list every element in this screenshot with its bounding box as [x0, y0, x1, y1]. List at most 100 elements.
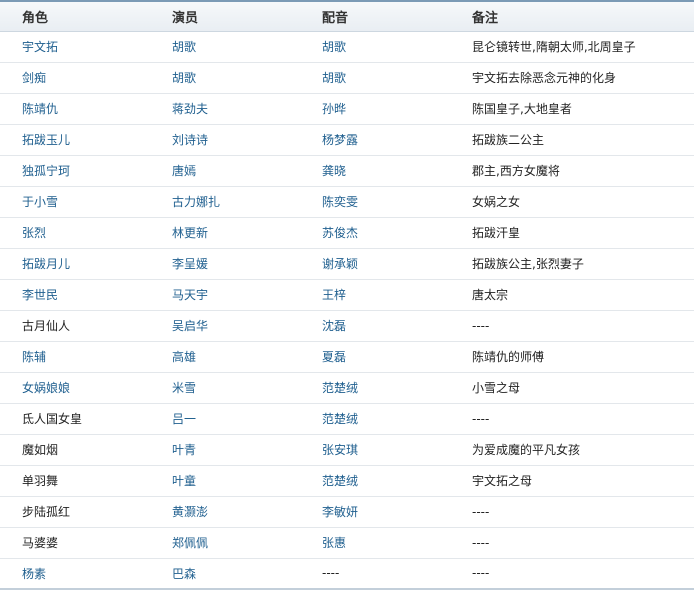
cell-link[interactable]: 郑佩佩: [172, 536, 208, 550]
cell-link[interactable]: 胡歌: [322, 40, 346, 54]
cell-link[interactable]: 剑痴: [22, 71, 46, 85]
cell-link[interactable]: 范楚绒: [322, 412, 358, 426]
cell-link[interactable]: 胡歌: [172, 40, 196, 54]
notes-cell: 为爱成魔的平凡女孩: [450, 434, 694, 466]
cell-link[interactable]: 王梓: [322, 288, 346, 302]
cell-link[interactable]: 吴启华: [172, 319, 208, 333]
cell-link[interactable]: 拓跋玉儿: [22, 133, 70, 147]
table-row: 于小雪 古力娜扎 陈奕雯 女娲之女: [0, 186, 694, 218]
role-cell: 拓跋玉儿: [0, 124, 150, 156]
header-voice: 配音: [300, 1, 450, 32]
cell-link[interactable]: 李呈媛: [172, 257, 208, 271]
cell-link[interactable]: 马天宇: [172, 288, 208, 302]
role-cell: 氐人国女皇: [0, 403, 150, 435]
cell-link[interactable]: 张惠: [322, 536, 346, 550]
cell-link[interactable]: 苏俊杰: [322, 226, 358, 240]
cell-text: 陈国皇子,大地皇者: [472, 102, 572, 116]
cell-link[interactable]: 吕一: [172, 412, 196, 426]
table-row: 拓跋玉儿 刘诗诗 杨梦露 拓跋族二公主: [0, 124, 694, 156]
role-cell: 张烈: [0, 217, 150, 249]
cell-link[interactable]: 巴森: [172, 567, 196, 581]
role-cell: 陈辅: [0, 341, 150, 373]
voice-cell: 胡歌: [300, 62, 450, 94]
cell-text: 马婆婆: [22, 536, 59, 550]
notes-cell: 拓跋族二公主: [450, 124, 694, 156]
cell-link[interactable]: 龚晓: [322, 164, 346, 178]
cell-link[interactable]: 高雄: [172, 350, 196, 364]
notes-cell: ----: [450, 527, 694, 559]
cell-text: ----: [472, 504, 490, 519]
actor-cell: 蒋劲夫: [150, 93, 300, 125]
cell-link[interactable]: 陈靖仇: [22, 102, 58, 116]
cell-link[interactable]: 叶青: [172, 443, 196, 457]
cell-link[interactable]: 李敏妍: [322, 505, 358, 519]
cell-text: 陈靖仇的师傅: [472, 350, 545, 364]
cell-link[interactable]: 沈磊: [322, 319, 346, 333]
cell-link[interactable]: 陈辅: [22, 350, 46, 364]
cell-text: ----: [322, 566, 340, 581]
cell-link[interactable]: 张安琪: [322, 443, 358, 457]
cell-link[interactable]: 李世民: [22, 288, 58, 302]
cast-table: 角色 演员 配音 备注 宇文拓 胡歌 胡歌 昆仑镜转世,隋朝太师,北周皇子 剑痴 胡歌 胡歌…: [0, 0, 694, 590]
cell-text: ----: [472, 566, 490, 581]
cell-link[interactable]: 范楚绒: [322, 474, 358, 488]
cell-link[interactable]: 于小雪: [22, 195, 58, 209]
table-row: 杨素 巴森 ---- ----: [0, 558, 694, 589]
cast-table-body: 宇文拓 胡歌 胡歌 昆仑镜转世,隋朝太师,北周皇子 剑痴 胡歌 胡歌 宇文拓去除恶念元神的化身…: [0, 31, 694, 589]
cell-link[interactable]: 陈奕雯: [322, 195, 358, 209]
cell-text: 单羽舞: [22, 474, 59, 488]
voice-cell: 沈磊: [300, 310, 450, 342]
cell-text: 魔如烟: [22, 443, 59, 457]
cell-text: 小雪之母: [472, 381, 521, 395]
cell-link[interactable]: 张烈: [22, 226, 46, 240]
role-cell: 古月仙人: [0, 310, 150, 342]
notes-cell: 女娲之女: [450, 186, 694, 218]
cell-link[interactable]: 唐嫣: [172, 164, 196, 178]
cell-link[interactable]: 宇文拓: [22, 40, 58, 54]
voice-cell: 王梓: [300, 279, 450, 311]
cell-link[interactable]: 米雪: [172, 381, 196, 395]
role-cell: 马婆婆: [0, 527, 150, 559]
table-row: 拓跋月儿 李呈媛 谢承颖 拓跋族公主,张烈妻子: [0, 248, 694, 280]
actor-cell: 胡歌: [150, 62, 300, 94]
notes-cell: 陈国皇子,大地皇者: [450, 93, 694, 125]
cell-link[interactable]: 孙晔: [322, 102, 346, 116]
voice-cell: 范楚绒: [300, 465, 450, 497]
cell-link[interactable]: 古力娜扎: [172, 195, 220, 209]
cell-text: 拓跋汗皇: [472, 226, 521, 240]
table-row: 剑痴 胡歌 胡歌 宇文拓去除恶念元神的化身: [0, 62, 694, 94]
notes-cell: 郡主,西方女魔将: [450, 155, 694, 187]
cell-link[interactable]: 范楚绒: [322, 381, 358, 395]
actor-cell: 巴森: [150, 558, 300, 589]
cell-link[interactable]: 刘诗诗: [172, 133, 208, 147]
cell-link[interactable]: 胡歌: [322, 71, 346, 85]
table-row: 魔如烟 叶青 张安琪 为爱成魔的平凡女孩: [0, 434, 694, 466]
cell-link[interactable]: 林更新: [172, 226, 208, 240]
role-cell: 剑痴: [0, 62, 150, 94]
role-cell: 魔如烟: [0, 434, 150, 466]
cell-link[interactable]: 谢承颖: [322, 257, 358, 271]
cell-link[interactable]: 叶童: [172, 474, 196, 488]
cell-link[interactable]: 杨梦露: [322, 133, 358, 147]
cell-link[interactable]: 杨素: [22, 567, 46, 581]
cell-link[interactable]: 黄灏澎: [172, 505, 208, 519]
table-row: 单羽舞 叶童 范楚绒 宇文拓之母: [0, 465, 694, 497]
cell-text: 拓跋族公主,张烈妻子: [472, 257, 584, 271]
role-cell: 独孤宁珂: [0, 155, 150, 187]
cell-link[interactable]: 女娲娘娘: [22, 381, 70, 395]
role-cell: 杨素: [0, 558, 150, 589]
voice-cell: 范楚绒: [300, 372, 450, 404]
actor-cell: 高雄: [150, 341, 300, 373]
cell-link[interactable]: 拓跋月儿: [22, 257, 70, 271]
cell-text: ----: [472, 318, 490, 333]
notes-cell: 陈靖仇的师傅: [450, 341, 694, 373]
cell-link[interactable]: 夏磊: [322, 350, 346, 364]
cell-link[interactable]: 独孤宁珂: [22, 164, 70, 178]
cell-text: 宇文拓去除恶念元神的化身: [472, 71, 617, 85]
cell-link[interactable]: 胡歌: [172, 71, 196, 85]
actor-cell: 叶童: [150, 465, 300, 497]
cell-text: 女娲之女: [472, 195, 521, 209]
cell-text: 为爱成魔的平凡女孩: [472, 443, 581, 457]
cell-link[interactable]: 蒋劲夫: [172, 102, 208, 116]
cell-text: ----: [472, 535, 490, 550]
